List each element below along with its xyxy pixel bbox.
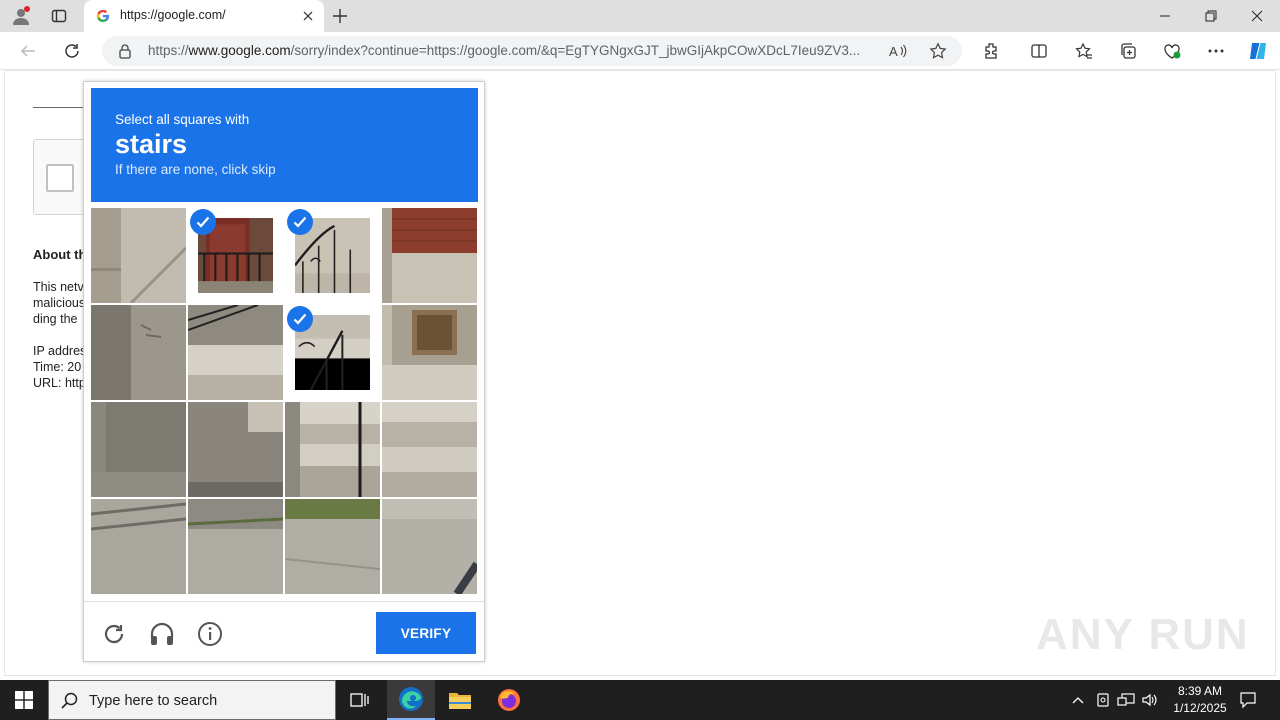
info-icon[interactable] [196,620,224,648]
clock-time: 8:39 AM [1177,684,1223,698]
system-clock[interactable]: 8:39 AM 1/12/2025 [1160,683,1240,717]
selected-check-icon [190,209,216,235]
tab-title: https://google.com/ [120,8,226,22]
edge-taskbar-icon[interactable] [387,680,435,720]
anyrun-watermark: ANY RUN [1036,610,1250,659]
target-object: stairs [115,129,188,159]
firefox-icon[interactable] [485,680,533,720]
new-tab-icon[interactable] [330,6,350,26]
paragraph-line-1: This netv [33,280,84,294]
skip-hint: If there are none, click skip [115,162,276,177]
browser-essentials-icon[interactable] [1159,39,1185,63]
reload-challenge-icon[interactable] [100,620,128,648]
google-favicon-icon [96,9,109,22]
url-text[interactable]: https://www.google.com/sorry/index?conti… [148,43,878,58]
lock-icon[interactable] [118,43,132,59]
file-explorer-icon[interactable] [436,680,484,720]
taskbar: Type here to search 8:39 AM 1/12/2025 [0,680,1280,720]
url-line: URL: http [33,376,86,390]
copilot-icon[interactable] [1245,39,1271,63]
grid-tile[interactable] [91,402,186,497]
collections-icon[interactable] [1115,39,1141,63]
grid-tile[interactable] [91,499,186,594]
selected-check-icon [287,306,313,332]
challenge-header: Select all squares with stairs If there … [91,88,478,202]
about-heading: About th [33,247,87,262]
task-view-icon[interactable] [336,680,384,720]
favorites-icon[interactable] [1071,39,1097,63]
url-scheme: https:// [148,43,189,58]
favorite-star-icon[interactable] [927,41,949,61]
grid-tile[interactable] [188,305,283,400]
split-screen-icon[interactable] [1026,39,1052,63]
grid-tile[interactable] [188,499,283,594]
ip-address-line: IP addres [33,344,87,358]
volume-icon[interactable] [1140,690,1160,710]
grid-tile[interactable] [382,208,477,303]
back-icon[interactable] [15,39,41,63]
read-aloud-icon[interactable]: A [887,41,909,61]
search-icon [61,692,78,709]
restore-icon[interactable] [1196,4,1226,28]
windows-start-icon[interactable] [0,680,48,720]
image-grid [91,208,478,595]
tab-google[interactable]: https://google.com/ [84,0,324,32]
network-icon[interactable] [1116,690,1136,710]
time-line: Time: 20 [33,360,82,374]
tab-actions-icon[interactable] [48,5,70,27]
grid-tile[interactable] [382,402,477,497]
grid-tile[interactable] [382,305,477,400]
footer-divider [84,601,484,602]
search-placeholder: Type here to search [89,693,218,709]
device-icon[interactable] [1093,690,1113,710]
more-menu-icon[interactable] [1203,39,1229,63]
grid-tile[interactable] [285,402,380,497]
selected-check-icon [287,209,313,235]
extensions-icon[interactable] [978,39,1004,63]
browser-toolbar: https://www.google.com/sorry/index?conti… [0,32,1280,70]
tab-bar: https://google.com/ [0,0,1280,32]
grid-tile[interactable] [188,402,283,497]
grid-tile[interactable] [285,499,380,594]
verify-button[interactable]: VERIFY [376,612,476,654]
url-path: /sorry/index?continue=https://google.com… [290,43,861,58]
svg-text:A: A [889,44,898,59]
paragraph-line-2: malicious [33,296,86,310]
instruction-text: Select all squares with [115,112,250,127]
grid-tile[interactable] [382,499,477,594]
notifications-icon[interactable] [1238,690,1258,710]
minimize-icon[interactable] [1150,4,1180,28]
refresh-icon[interactable] [59,39,85,63]
address-bar[interactable]: https://www.google.com/sorry/index?conti… [102,36,962,66]
taskbar-search-box[interactable]: Type here to search [48,680,336,720]
clock-date: 1/12/2025 [1173,701,1227,715]
paragraph-line-3: ding the [33,312,78,326]
url-host: www.google.com [188,43,291,58]
grid-tile[interactable] [91,305,186,400]
close-window-icon[interactable] [1242,4,1272,28]
show-hidden-icons-icon[interactable] [1068,690,1088,710]
profile-icon[interactable] [10,5,32,27]
grid-tile[interactable] [91,208,186,303]
audio-challenge-icon[interactable] [148,620,176,648]
recaptcha-challenge: Select all squares with stairs If there … [83,81,485,662]
recaptcha-checkbox[interactable] [46,164,74,192]
close-tab-icon[interactable] [300,8,316,24]
